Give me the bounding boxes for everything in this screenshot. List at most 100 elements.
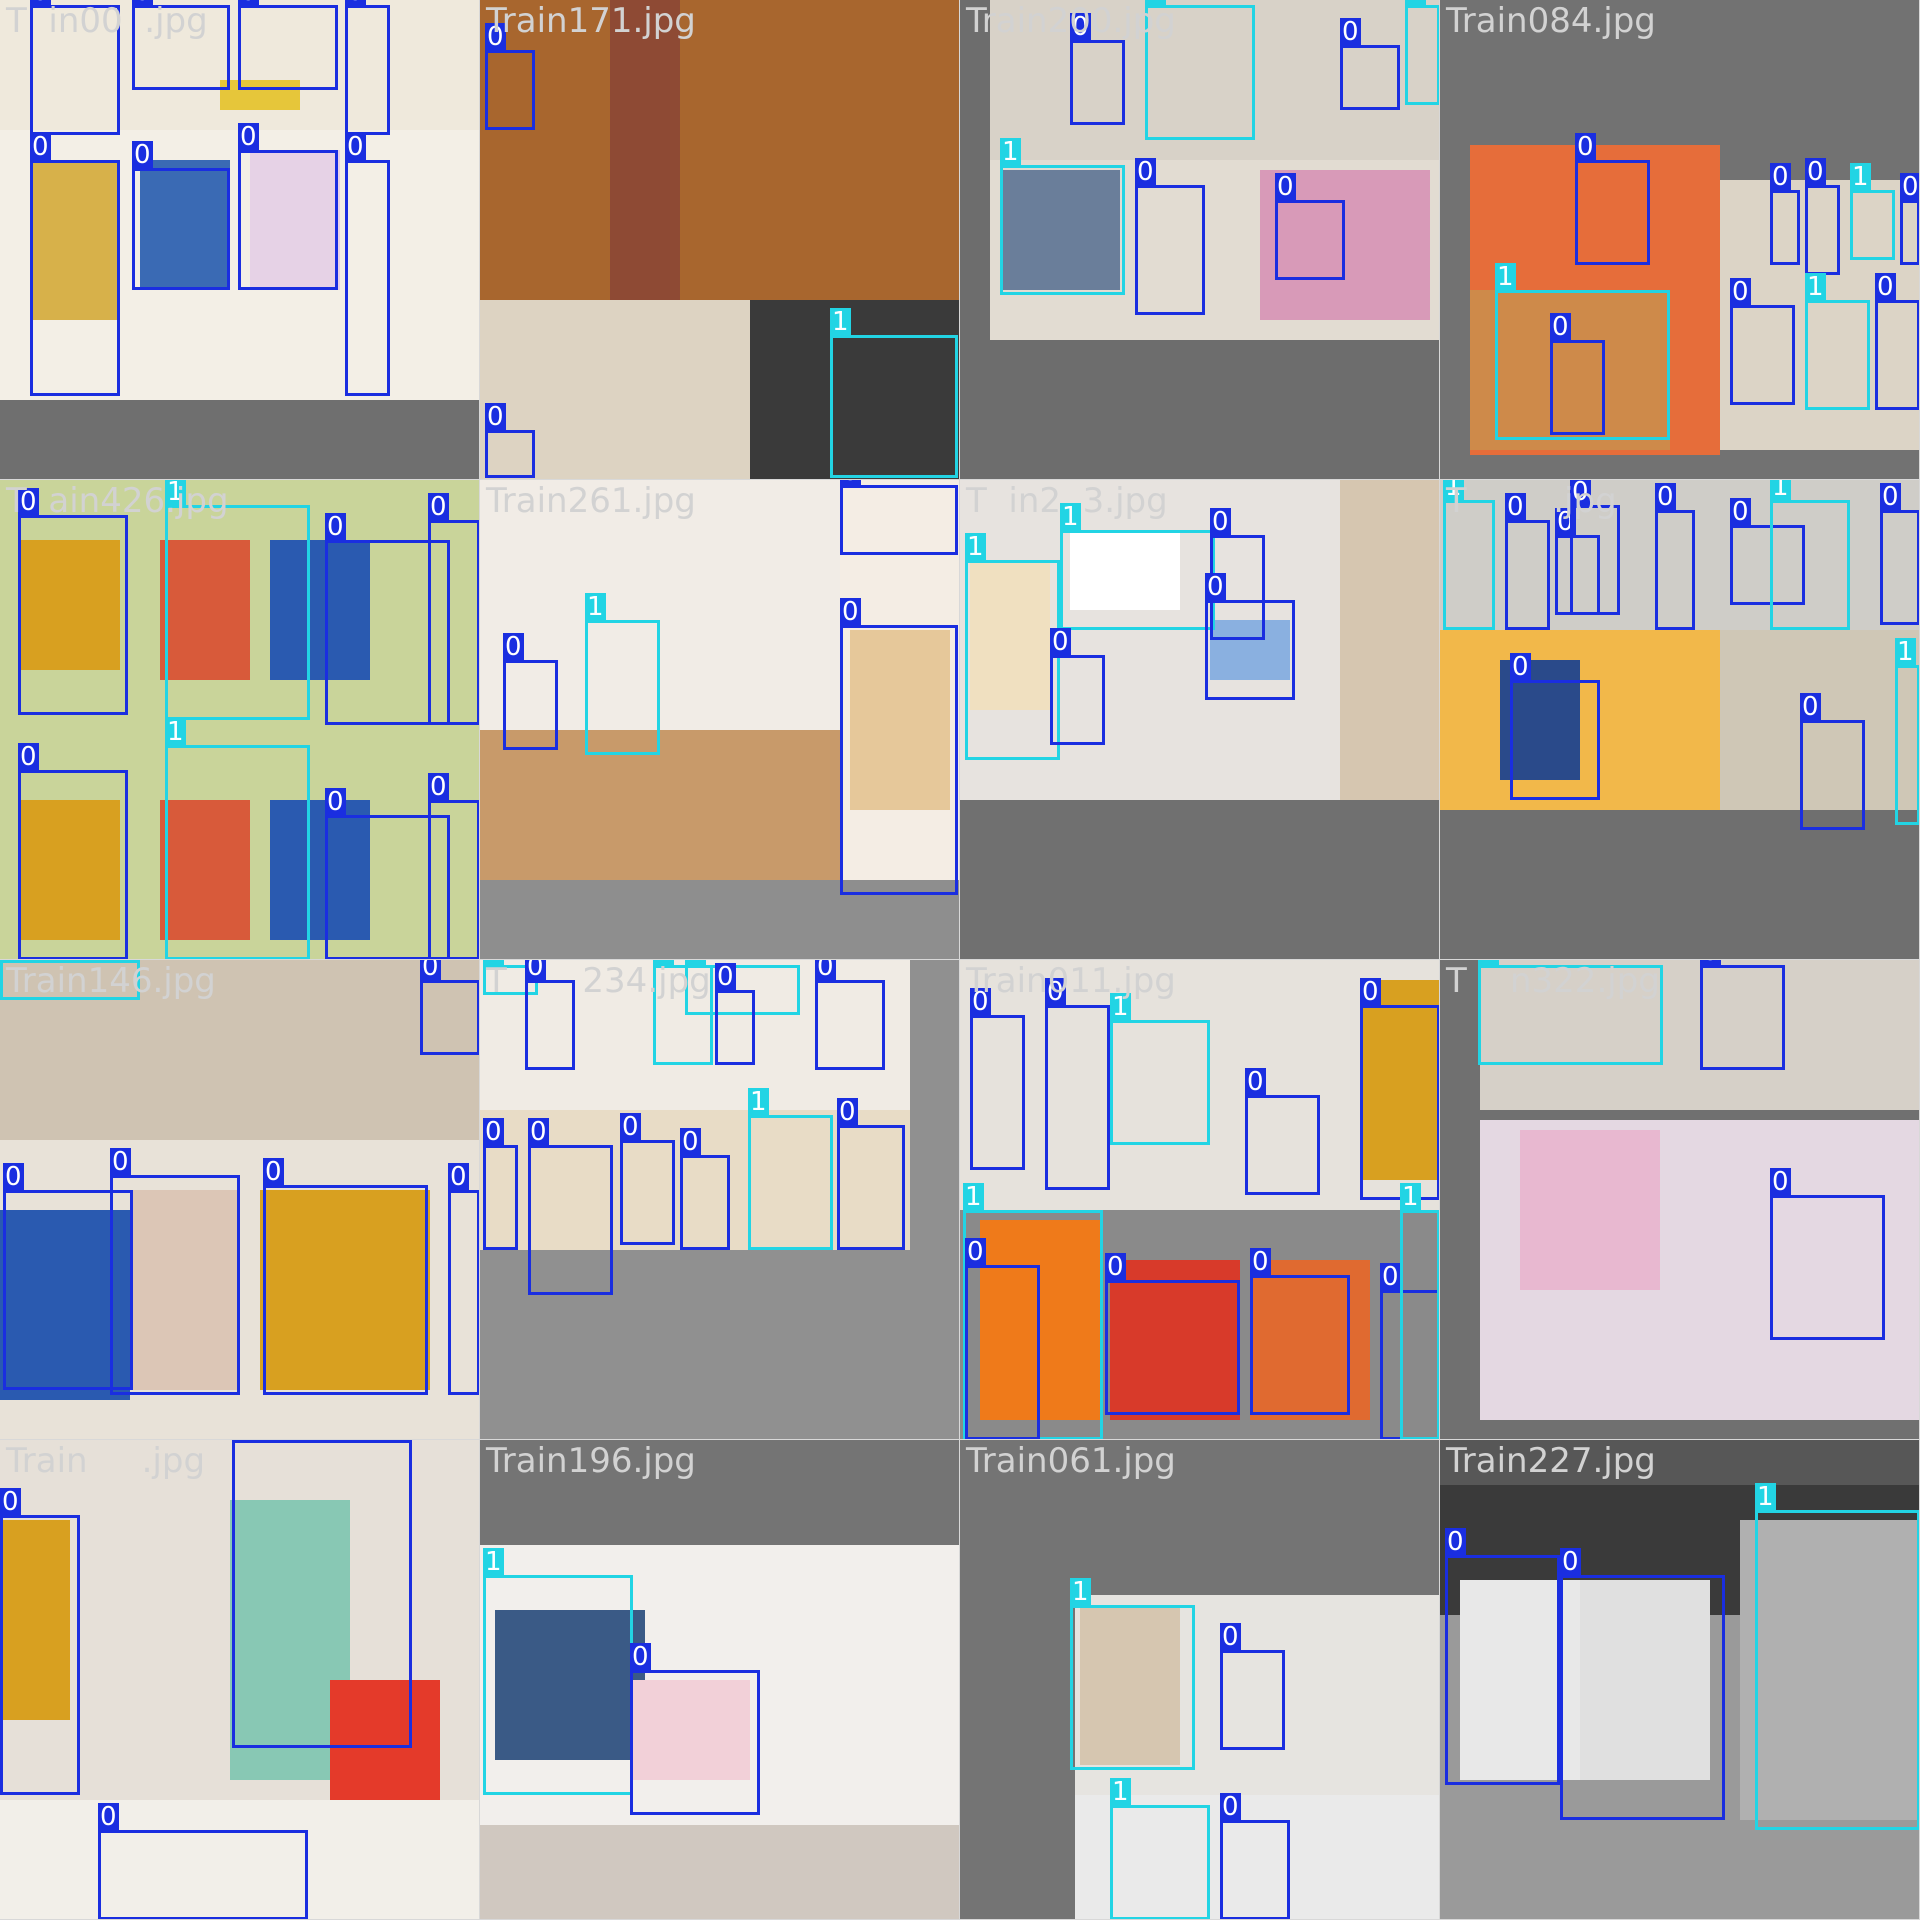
mosaic-tile: 0 1 0 0 Train261.jpg — [480, 480, 960, 960]
detection-label: 1 — [830, 307, 851, 337]
detection-label: 0 — [1770, 162, 1791, 192]
detection-label: 0 — [1550, 312, 1571, 342]
detection-box-class-1: 1 — [1400, 1183, 1439, 1439]
detection-box-class-1: 1 — [483, 1548, 633, 1795]
detection-box-class-0: 0 — [680, 1128, 730, 1250]
detection-label: 0 — [1360, 977, 1381, 1007]
detection-box-class-0: 0 — [30, 133, 120, 396]
detection-box-class-0: 0 — [1700, 960, 1785, 1070]
detection-label: 0 — [483, 1117, 504, 1147]
photo-region — [1520, 1130, 1660, 1290]
photo-region — [480, 730, 840, 880]
detection-box-class-0: 0 — [970, 988, 1025, 1170]
detection-label: 0 — [1220, 1622, 1241, 1652]
detection-label: 0 — [965, 1237, 986, 1267]
mosaic-tile: 1 0 1 0 Train061.jpg — [960, 1440, 1440, 1920]
detection-label: 1 — [1770, 480, 1791, 501]
detection-label: 0 — [528, 1117, 549, 1147]
detection-label: 1 — [1895, 637, 1916, 667]
detection-box-class-0: 0 — [840, 480, 958, 555]
tile-filename: Train261.jpg — [486, 481, 696, 521]
mosaic-tile: 01000100T ain426.jpg — [0, 480, 480, 960]
detection-label: 0 — [630, 1642, 651, 1672]
detection-box-class-0: 0 — [132, 141, 230, 290]
detection-box-class-1: 1 — [748, 1088, 833, 1250]
mosaic-tile: 1 0 Train196.jpg — [480, 1440, 960, 1920]
detection-box-class-0: 0 — [1770, 163, 1800, 265]
detection-label: 1 — [1495, 262, 1516, 292]
detection-label: 0 — [420, 960, 441, 981]
detection-label: 0 — [503, 632, 524, 662]
detection-label: 0 — [840, 480, 861, 486]
detection-label: 0 — [1340, 17, 1361, 47]
detection-box-class-0: 0 — [815, 960, 885, 1070]
detection-box-class-0: 0 — [238, 123, 338, 290]
detection-label: 0 — [1050, 627, 1071, 657]
detection-box-class-0: 0 — [345, 133, 390, 396]
detection-box-class-0: 0 — [528, 1118, 613, 1295]
detection-box-class-0: 0 — [1340, 18, 1400, 110]
detection-label: 0 — [345, 0, 366, 6]
detection-label: 0 — [485, 402, 506, 432]
detection-label: 1 — [1400, 1182, 1421, 1212]
detection-label: 0 — [1575, 132, 1596, 162]
detection-label: 0 — [132, 140, 153, 170]
detection-label: 1 — [965, 532, 986, 562]
detection-label: 1 — [748, 1087, 769, 1117]
detection-label: 0 — [238, 122, 259, 152]
detection-box-class-0: 0 — [98, 1803, 308, 1919]
detection-box-class-0: 0 — [1360, 978, 1439, 1200]
detection-box-class-0: 0 — [1105, 1253, 1240, 1415]
mosaic-tile: 0 0 1 Train171.jpg — [480, 0, 960, 480]
detection-label: 0 — [1880, 482, 1901, 512]
detection-label: 0 — [3, 1162, 24, 1192]
tile-filename: Train196.jpg — [486, 1441, 696, 1481]
tile-filename: T n322.jpg — [1446, 961, 1660, 1001]
detection-box-class-0: 0 — [1275, 173, 1345, 280]
mosaic-tile: 0 0 1 0 0 1 0 0 0 0 1 Train011.jpg — [960, 960, 1440, 1440]
detection-box-class-0: 0 — [1655, 483, 1695, 630]
tile-filename: Train061.jpg — [966, 1441, 1176, 1481]
detection-label: 0 — [1205, 572, 1226, 602]
mosaic-tile: 10000010001T .jpg — [1440, 480, 1920, 960]
detection-box-class-0: 0 — [1560, 1548, 1725, 1820]
detection-label: 0 — [1900, 172, 1919, 202]
detection-label: 0 — [325, 512, 346, 542]
detection-box-class-0: 0 — [483, 1118, 518, 1250]
detection-box-class-1: 1 — [1850, 163, 1895, 260]
detection-box-class-0: 0 — [840, 598, 958, 895]
detection-box-class-1: 1 — [165, 718, 310, 959]
detection-box-class-0: 0 — [428, 493, 479, 725]
tile-filename: Train011.jpg — [966, 961, 1176, 1001]
detection-box-class-0: 0 — [1770, 1168, 1885, 1340]
detection-box-class-0: 0 — [1205, 573, 1295, 700]
photo-region — [1340, 480, 1439, 800]
detection-box-class-1: 1 — [1770, 480, 1850, 630]
detection-box-class-1: 1 — [1755, 1483, 1919, 1830]
detection-box-class-0: 0 — [1550, 313, 1605, 435]
detection-box-class-0: 0 — [1245, 1068, 1320, 1195]
detection-label: 0 — [1730, 277, 1751, 307]
detection-box-class-0: 0 — [1505, 493, 1550, 630]
detection-box-class-0: 0 — [630, 1643, 760, 1815]
detection-label: 0 — [325, 787, 346, 817]
detection-label: 0 — [1770, 1167, 1791, 1197]
detection-box-class-1: 1 — [585, 593, 660, 755]
detection-label: 0 — [345, 132, 366, 162]
detection-box-class-0: 0 — [1250, 1248, 1350, 1415]
detection-box-class-0: 0 — [1445, 1528, 1560, 1785]
detection-box-class-1: 1 — [1895, 638, 1919, 825]
mosaic-tile: 101100000010T 234.jpg — [480, 960, 960, 1440]
detection-box-class-0: 0 — [448, 1163, 479, 1395]
detection-label: 0 — [428, 772, 449, 802]
detection-label: 1 — [1405, 0, 1426, 6]
detection-label: 0 — [448, 1162, 469, 1192]
detection-box-class-0: 0 — [1900, 173, 1919, 265]
mosaic-tile: 0101100Train200.jpg — [960, 0, 1440, 480]
detection-box-class-0: 0 — [837, 1098, 905, 1250]
detection-box-class-0: 0 — [1805, 158, 1840, 275]
detection-label: 0 — [1875, 272, 1896, 302]
detection-label: 0 — [263, 1157, 284, 1187]
detection-box-class-1: 1 — [1000, 138, 1125, 295]
detection-label: 0 — [428, 492, 449, 522]
